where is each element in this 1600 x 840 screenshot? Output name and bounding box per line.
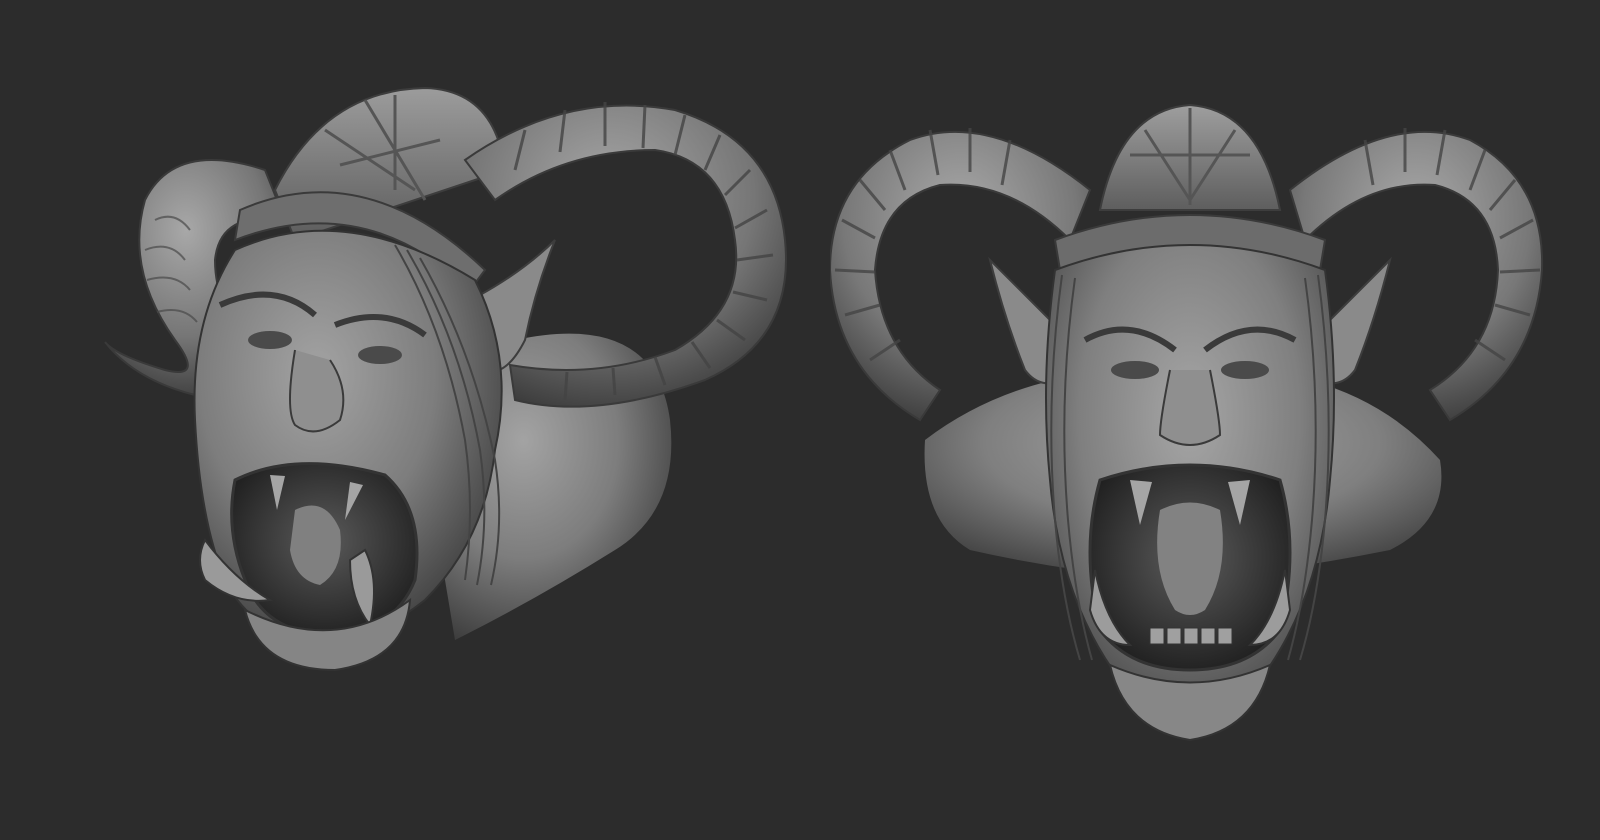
orc-bust-three-quarter-render — [95, 80, 815, 740]
sculpt-viewport — [0, 0, 1600, 840]
orc-bust-right-illustration — [830, 103, 1544, 742]
orc-bust-left-illustration — [104, 86, 787, 672]
orc-bust-front-render — [830, 100, 1550, 760]
